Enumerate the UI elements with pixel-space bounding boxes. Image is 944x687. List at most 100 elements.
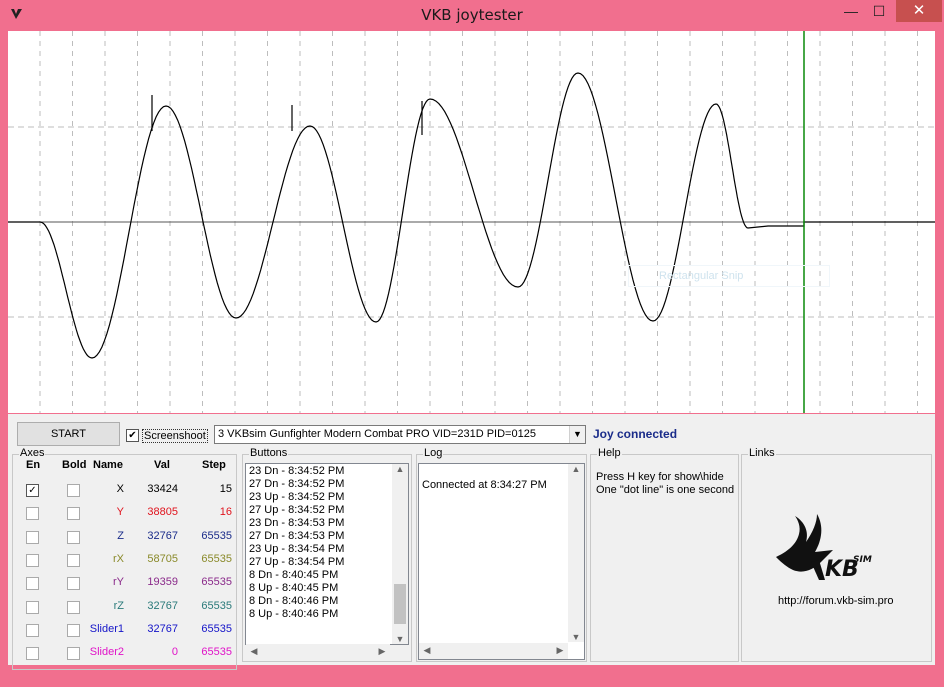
axis-value: 32767 (147, 600, 178, 612)
axis-value: 33424 (147, 483, 178, 495)
scroll-up-icon[interactable]: ▲ (392, 464, 408, 474)
log-horizontal-scrollbar[interactable]: ◀ ▶ (419, 643, 568, 659)
control-panel: START ✔ Screenshoot 3 VKBsim Gunfighter … (8, 414, 935, 670)
scroll-right-icon[interactable]: ▶ (374, 646, 390, 657)
device-select[interactable]: 3 VKBsim Gunfighter Modern Combat PRO VI… (214, 425, 586, 444)
axis-bold-checkbox[interactable] (67, 577, 80, 590)
button-event-line: 23 Up - 8:34:52 PM (249, 491, 345, 503)
axis-enable-checkbox[interactable]: ✓ (26, 484, 39, 497)
axis-bold-checkbox[interactable] (67, 624, 80, 637)
button-event-line: 8 Dn - 8:40:45 PM (249, 569, 339, 581)
button-event-line: 27 Dn - 8:34:52 PM (249, 478, 345, 490)
axis-bold-checkbox[interactable] (67, 554, 80, 567)
button-event-line: 23 Up - 8:34:54 PM (249, 543, 345, 555)
axis-value: 32767 (147, 623, 178, 635)
button-event-line: 23 Dn - 8:34:53 PM (249, 517, 345, 529)
axis-step: 65535 (201, 646, 232, 658)
axis-bold-checkbox[interactable] (67, 531, 80, 544)
axis-enable-checkbox[interactable] (26, 507, 39, 520)
start-button[interactable]: START (17, 422, 120, 446)
axis-value: 38805 (147, 506, 178, 518)
axis-name: rY (113, 576, 124, 588)
scroll-up-icon[interactable]: ▲ (568, 464, 584, 474)
axis-step: 65535 (201, 530, 232, 542)
button-event-line: 8 Up - 8:40:45 PM (249, 582, 339, 594)
window-title: VKB joytester (421, 6, 523, 24)
axis-enable-checkbox[interactable] (26, 601, 39, 614)
scroll-right-icon[interactable]: ▶ (552, 645, 568, 656)
axis-bold-checkbox[interactable] (67, 601, 80, 614)
axis-step: 65535 (201, 623, 232, 635)
axes-header-en: En (26, 459, 41, 471)
axis-name: X (116, 483, 124, 495)
axis-value: 58705 (147, 553, 178, 565)
axis-name: Slider1 (89, 623, 124, 635)
scroll-left-icon[interactable]: ◀ (419, 645, 435, 656)
button-event-line: 27 Up - 8:34:54 PM (249, 556, 345, 568)
axis-bold-checkbox[interactable] (67, 484, 80, 497)
scroll-down-icon[interactable]: ▼ (392, 634, 408, 644)
axis-value: 32767 (147, 530, 178, 542)
log-vertical-scrollbar[interactable]: ▲ ▼ (568, 464, 584, 642)
axis-name: rX (113, 553, 124, 565)
axis-name: Z (117, 530, 124, 542)
axis-name: Y (116, 506, 124, 518)
axis-bold-checkbox[interactable] (67, 647, 80, 660)
rectangular-snip-overlay: Rectangular Snip (628, 265, 830, 287)
help-line-1: Press H key for show\hide (596, 471, 724, 483)
logo-sim-text: SIM (853, 555, 872, 565)
vkb-sim-logo: KB SIM (773, 512, 883, 595)
button-event-line: 23 Dn - 8:34:52 PM (249, 465, 345, 477)
help-group-title: Help (597, 447, 622, 459)
button-event-line: 8 Up - 8:40:46 PM (249, 608, 339, 620)
axis-value: 0 (171, 646, 178, 658)
axis-value: 19359 (147, 576, 178, 588)
scroll-thumb[interactable] (394, 584, 406, 624)
axis-bold-checkbox[interactable] (67, 507, 80, 520)
vkb-bird-logo: KB SIM (776, 514, 872, 582)
scroll-left-icon[interactable]: ◀ (246, 646, 262, 657)
title-bar: VKB joytester — ☐ ✕ (0, 0, 944, 30)
axis-enable-checkbox[interactable] (26, 577, 39, 590)
axis-step: 16 (219, 506, 232, 518)
axes-header-name: Name (93, 459, 123, 471)
axis-step: 65535 (201, 553, 232, 565)
button-event-line: 27 Up - 8:34:52 PM (249, 504, 345, 516)
axis-trace-plot: Rectangular Snip (8, 31, 935, 413)
buttons-group-title: Buttons (249, 447, 289, 459)
forum-link[interactable]: http://forum.vkb-sim.pro (778, 595, 894, 607)
log-textbox[interactable]: Connected at 8:34:27 PM ▲ ▼ ◀ ▶ (418, 463, 585, 660)
button-event-line: 27 Dn - 8:34:53 PM (249, 530, 345, 542)
connection-status: Joy connected (593, 427, 678, 441)
close-button[interactable]: ✕ (896, 0, 942, 22)
screenshoot-checkbox[interactable]: ✔ (126, 429, 139, 442)
buttons-vertical-scrollbar[interactable]: ▲ ▼ (392, 464, 408, 644)
axis-enable-checkbox[interactable] (26, 647, 39, 660)
buttons-listbox[interactable]: 23 Dn - 8:34:52 PM 27 Dn - 8:34:52 PM 23 U… (245, 463, 409, 645)
plot-canvas (8, 31, 935, 413)
screenshoot-label[interactable]: Screenshoot (142, 429, 208, 443)
axes-header-step: Step (202, 459, 226, 471)
axis-step: 65535 (201, 576, 232, 588)
buttons-horizontal-scrollbar[interactable]: ◀ ▶ (246, 644, 390, 660)
log-line: Connected at 8:34:27 PM (422, 479, 547, 491)
device-select-value: 3 VKBsim Gunfighter Modern Combat PRO VI… (218, 428, 536, 440)
axes-header-bold: Bold (62, 459, 87, 471)
axis-name: Slider2 (89, 646, 124, 658)
axis-step: 15 (219, 483, 232, 495)
scroll-down-icon[interactable]: ▼ (568, 632, 584, 642)
axis-x-trace (8, 72, 935, 359)
axes-header-val: Val (154, 459, 170, 471)
maximize-button[interactable]: ☐ (866, 0, 892, 22)
log-group-title: Log (423, 447, 444, 459)
help-line-2: One "dot line" is one second (596, 484, 735, 496)
axis-enable-checkbox[interactable] (26, 531, 39, 544)
axis-enable-checkbox[interactable] (26, 624, 39, 637)
button-event-line: 8 Dn - 8:40:46 PM (249, 595, 339, 607)
chevron-down-icon[interactable]: ▼ (569, 426, 585, 443)
axis-name: rZ (113, 600, 124, 612)
axis-enable-checkbox[interactable] (26, 554, 39, 567)
axis-step: 65535 (201, 600, 232, 612)
minimize-button[interactable]: — (838, 0, 864, 22)
axes-group-title: Axes (19, 447, 46, 459)
